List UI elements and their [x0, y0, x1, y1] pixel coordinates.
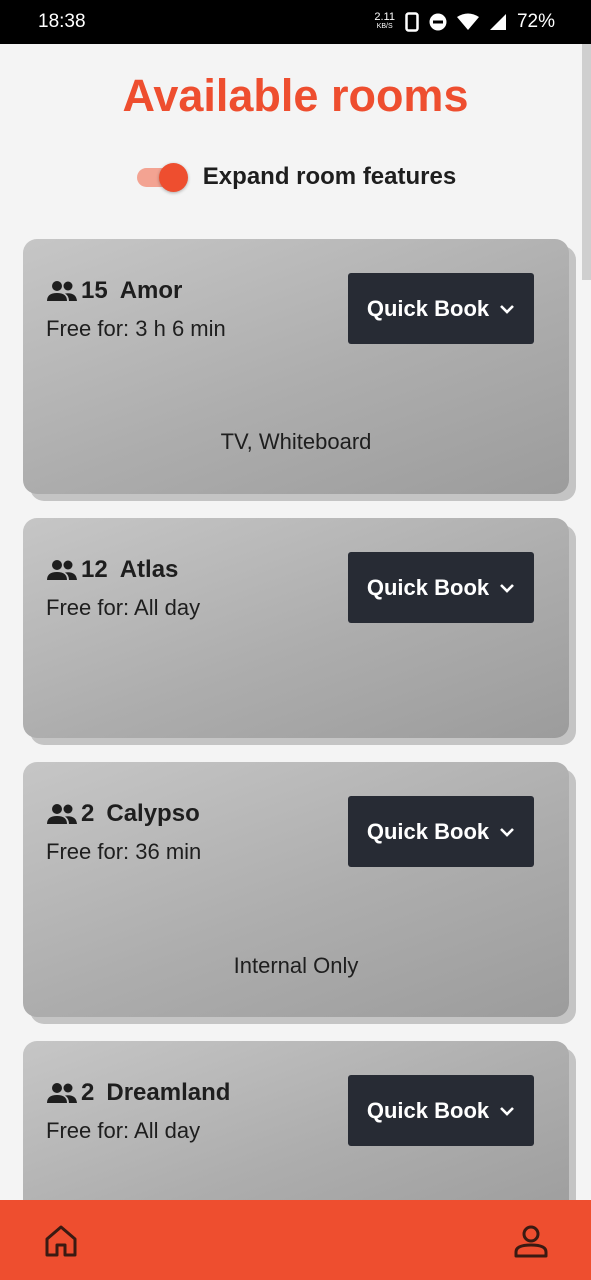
room-card: 12 Atlas Free for: All day Quick Book: [23, 518, 576, 745]
quick-book-label: Quick Book: [366, 1097, 490, 1123]
net-speed-value: 2.11: [374, 11, 395, 23]
room-free-time: Free for: 36 min: [46, 839, 202, 864]
quick-book-button[interactable]: Quick Book: [348, 552, 534, 623]
phone-icon: [405, 12, 419, 32]
room-capacity: 12: [81, 556, 108, 583]
room-free-time: Free for: 3 h 6 min: [46, 316, 226, 341]
room-header: 2 Dreamland: [47, 1079, 230, 1107]
room-header: 12 Atlas: [47, 556, 178, 584]
room-header: 15 Amor: [47, 277, 182, 305]
room-features: TV, Whiteboard: [220, 429, 372, 454]
quick-book-button[interactable]: Quick Book: [348, 1075, 534, 1146]
battery-level: 72%: [516, 11, 555, 32]
room-name: Amor: [119, 277, 183, 304]
net-speed-unit: KB/S: [376, 23, 393, 30]
wifi-icon: [456, 13, 479, 30]
card-body: 12 Atlas Free for: All day Quick Book: [23, 518, 569, 738]
room-free-time: Free for: All day: [46, 1118, 201, 1143]
room-card: 2 Calypso Free for: 36 min Quick Book In…: [23, 762, 576, 1024]
status-bar: 18:38 2.11 KB/S 72%: [0, 0, 591, 44]
expand-features-switch[interactable]: [135, 160, 189, 194]
people-icon: [47, 281, 77, 301]
quick-book-button[interactable]: Quick Book: [348, 796, 534, 867]
switch-thumb: [158, 163, 188, 192]
dnd-icon: [429, 13, 447, 31]
page-title: Available rooms: [122, 70, 469, 121]
status-icons: 2.11 KB/S 72%: [374, 11, 555, 33]
room-card: 15 Amor Free for: 3 h 6 min Quick Book T…: [23, 239, 576, 501]
room-header: 2 Calypso: [47, 800, 200, 828]
room-capacity: 15: [81, 277, 108, 304]
chevron-down-icon: [500, 827, 515, 837]
people-icon: [47, 804, 77, 824]
bottom-nav: [0, 1200, 591, 1280]
room-name: Atlas: [119, 556, 179, 583]
net-speed: 2.11 KB/S: [374, 11, 395, 31]
expand-features-label: Expand room features: [202, 163, 457, 190]
room-name: Dreamland: [106, 1079, 231, 1106]
expand-features-row: Expand room features: [0, 160, 591, 194]
profile-icon[interactable]: [513, 1223, 549, 1259]
room-name: Calypso: [106, 800, 200, 827]
quick-book-label: Quick Book: [366, 295, 490, 321]
people-icon: [47, 1083, 77, 1103]
quick-book-button[interactable]: Quick Book: [348, 273, 534, 344]
signal-icon: [489, 14, 506, 30]
chevron-down-icon: [500, 583, 515, 593]
home-icon[interactable]: [43, 1223, 79, 1259]
room-capacity: 2: [81, 800, 95, 827]
room-features: Internal Only: [233, 953, 359, 978]
quick-book-label: Quick Book: [366, 818, 490, 844]
chevron-down-icon: [500, 1106, 515, 1116]
card-body: 2 Calypso Free for: 36 min Quick Book In…: [23, 762, 569, 1017]
card-body: 15 Amor Free for: 3 h 6 min Quick Book T…: [23, 239, 569, 494]
chevron-down-icon: [500, 304, 515, 314]
people-icon: [47, 560, 77, 580]
status-time: 18:38: [38, 11, 86, 32]
quick-book-label: Quick Book: [366, 574, 490, 600]
room-capacity: 2: [81, 1079, 95, 1106]
room-free-time: Free for: All day: [46, 595, 201, 620]
